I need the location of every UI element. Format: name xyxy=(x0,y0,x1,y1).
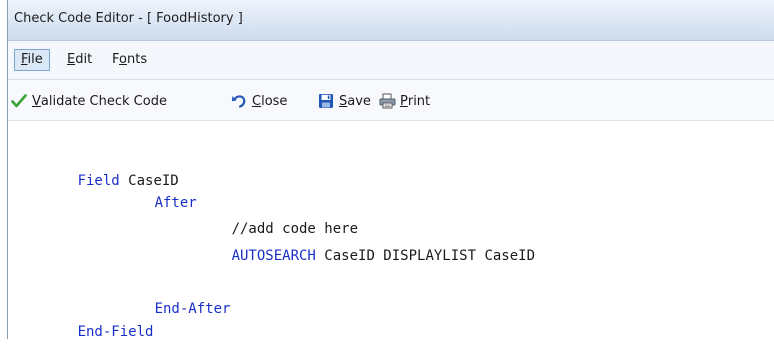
save-button[interactable]: Save xyxy=(317,90,371,112)
save-label: ave xyxy=(347,93,371,109)
menu-fonts-pre: F xyxy=(112,52,120,67)
close-button[interactable]: Close xyxy=(230,90,287,112)
menu-file-label: ile xyxy=(27,52,43,67)
floppy-disk-icon xyxy=(317,92,335,110)
validate-check-code-button[interactable]: Validate Check Code xyxy=(10,90,167,112)
code-keyword-autosearch: AUTOSEARCH xyxy=(231,248,316,264)
validate-hotkey: V xyxy=(32,93,41,109)
menu-bar: File Edit Fonts xyxy=(8,41,774,80)
close-hotkey: C xyxy=(252,93,262,109)
menu-edit[interactable]: Edit xyxy=(61,49,98,71)
toolbar: Validate Check Code Close Save P rint xyxy=(8,80,774,121)
code-editor[interactable]: Field CaseID After //add code here AUTOS… xyxy=(8,121,774,340)
code-line-6: End-Field xyxy=(27,308,154,356)
code-line-4: AUTOSEARCH CaseID DISPLAYLIST CaseID xyxy=(181,232,535,280)
printer-icon xyxy=(378,92,396,110)
code-text-displaylist: CaseID DISPLAYLIST CaseID xyxy=(315,248,536,264)
menu-file[interactable]: File xyxy=(14,49,50,71)
checkmark-icon xyxy=(10,92,28,110)
title-bar: Check Code Editor - [ FoodHistory ] xyxy=(8,0,774,41)
print-label: rint xyxy=(407,93,431,109)
menu-edit-label: dit xyxy=(75,52,93,67)
code-keyword-end-after: End-After xyxy=(154,301,231,317)
close-label: lose xyxy=(261,93,288,109)
code-keyword-end-field: End-Field xyxy=(77,324,154,340)
menu-edit-hotkey: E xyxy=(67,52,76,67)
undo-arrow-icon xyxy=(230,92,248,110)
menu-fonts-label: nts xyxy=(126,52,148,67)
window-title: Check Code Editor - [ FoodHistory ] xyxy=(14,11,243,26)
save-hotkey: S xyxy=(339,93,348,109)
validate-label: alidate Check Code xyxy=(40,93,167,109)
check-code-editor-window: Check Code Editor - [ FoodHistory ] File… xyxy=(7,0,774,340)
menu-fonts-hotkey: o xyxy=(119,52,127,67)
print-button[interactable]: Print xyxy=(378,90,430,112)
menu-fonts[interactable]: Fonts xyxy=(106,49,153,71)
print-hotkey: P xyxy=(400,93,408,109)
